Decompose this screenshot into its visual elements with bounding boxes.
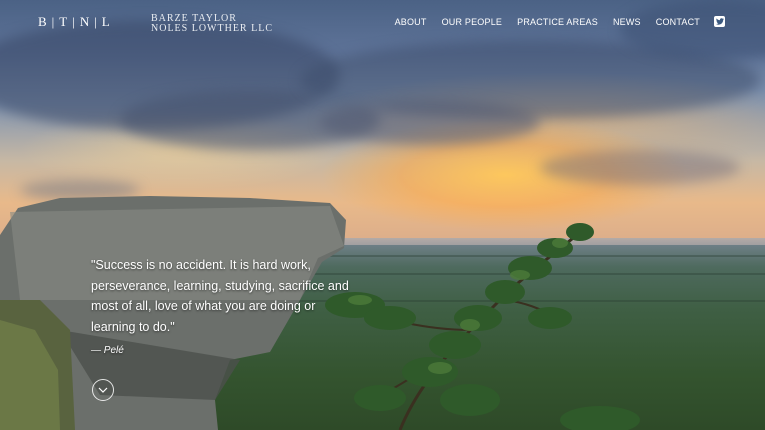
scroll-down-button[interactable] [92, 379, 114, 401]
logo-mark[interactable]: B|T|N|L [38, 14, 115, 30]
top-navigation: B|T|N|L BARZE TAYLOR NOLES LOWTHER LLC A… [0, 0, 765, 44]
nav-link-news[interactable]: NEWS [613, 17, 641, 27]
main-menu: ABOUT OUR PEOPLE PRACTICE AREAS NEWS CON… [380, 16, 725, 27]
hero-background [0, 0, 765, 430]
nav-link-our-people[interactable]: OUR PEOPLE [442, 17, 503, 27]
twitter-icon[interactable] [714, 16, 725, 27]
nav-link-contact[interactable]: CONTACT [656, 17, 700, 27]
logo-name-line-2: NOLES LOWTHER LLC [151, 22, 273, 34]
rock-and-pine-illustration [0, 196, 640, 430]
nav-link-about[interactable]: ABOUT [395, 17, 427, 27]
nav-link-practice-areas[interactable]: PRACTICE AREAS [517, 17, 598, 27]
chevron-down-icon [98, 387, 108, 393]
hero-quote: "Success is no accident. It is hard work… [91, 258, 349, 334]
quote-author: — Pelé [91, 345, 124, 356]
logo-firm-name[interactable]: BARZE TAYLOR NOLES LOWTHER LLC [151, 14, 273, 33]
